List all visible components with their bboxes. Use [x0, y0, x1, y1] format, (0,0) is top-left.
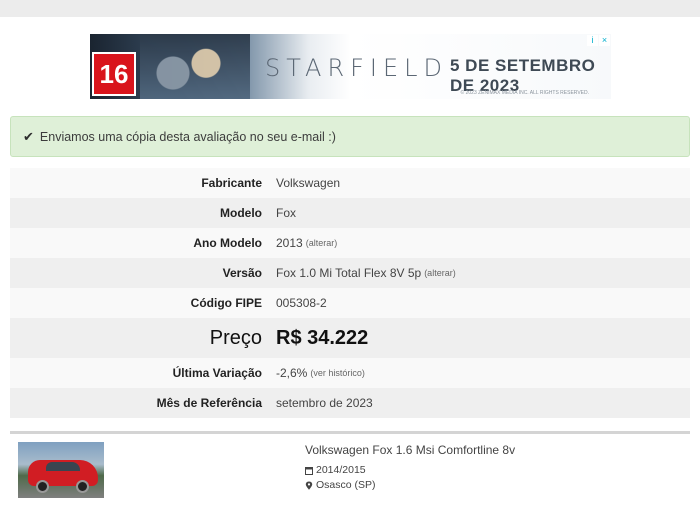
listing-year: 2014/2015	[305, 464, 366, 476]
car-wheel-rear	[76, 480, 89, 493]
value-preco: R$ 34.222	[276, 326, 369, 349]
ver-historico-link[interactable]: (ver histórico)	[310, 368, 365, 378]
info-icon[interactable]: i	[587, 35, 598, 46]
ad-logo: STARFIELD	[265, 54, 449, 82]
row-modelo: Modelo Fox	[10, 198, 690, 228]
alterar-versao-link[interactable]: (alterar)	[424, 268, 456, 278]
label-modelo: Modelo	[220, 206, 262, 220]
ad-artwork	[140, 34, 250, 99]
car-window	[46, 462, 80, 471]
listing-card[interactable]: Volkswagen Fox 1.6 Msi Comfortline 8v 20…	[10, 431, 690, 525]
value-mes-referencia: setembro de 2023	[276, 396, 373, 410]
row-ano-modelo: Ano Modelo 2013 (alterar)	[10, 228, 690, 258]
label-ultima-variacao: Última Variação	[172, 366, 262, 380]
label-mes-referencia: Mês de Referência	[156, 396, 262, 410]
checkmark-icon: ✔	[23, 128, 34, 144]
success-alert: ✔ Enviamos uma cópia desta avaliação no …	[10, 116, 690, 157]
map-marker-icon	[305, 481, 313, 490]
listing-title[interactable]: Volkswagen Fox 1.6 Msi Comfortline 8v	[305, 443, 515, 457]
row-fabricante: Fabricante Volkswagen	[10, 168, 690, 198]
alterar-ano-link[interactable]: (alterar)	[306, 238, 338, 248]
listing-location-text: Osasco (SP)	[316, 479, 376, 491]
top-bar	[0, 0, 700, 17]
ad-copyright: © 2023 ZENIMAX MEDIA INC. ALL RIGHTS RES…	[460, 90, 589, 96]
age-rating-badge: 16	[92, 52, 136, 96]
row-codigo-fipe: Código FIPE 005308-2	[10, 288, 690, 318]
value-codigo-fipe: 005308-2	[276, 296, 327, 310]
row-ultima-variacao: Última Variação -2,6% (ver histórico)	[10, 358, 690, 388]
listing-year-text: 2014/2015	[316, 464, 366, 476]
close-icon[interactable]: ×	[599, 35, 610, 46]
ad-controls: i ×	[587, 35, 610, 46]
value-versao: Fox 1.0 Mi Total Flex 8V 5p	[276, 266, 422, 280]
calendar-icon	[305, 466, 313, 475]
listing-thumbnail[interactable]	[18, 442, 104, 498]
row-mes-referencia: Mês de Referência setembro de 2023	[10, 388, 690, 418]
label-ano-modelo: Ano Modelo	[193, 236, 262, 250]
value-fabricante: Volkswagen	[276, 176, 341, 190]
listing-location: Osasco (SP)	[305, 479, 376, 491]
label-fabricante: Fabricante	[201, 176, 262, 190]
value-modelo: Fox	[276, 206, 297, 220]
car-wheel-front	[36, 480, 49, 493]
vehicle-details-table: Fabricante Volkswagen Modelo Fox Ano Mod…	[10, 168, 690, 418]
row-versao: Versão Fox 1.0 Mi Total Flex 8V 5p (alte…	[10, 258, 690, 288]
alert-message: Enviamos uma cópia desta avaliação no se…	[39, 129, 336, 144]
label-codigo-fipe: Código FIPE	[190, 296, 262, 310]
advertisement-banner[interactable]: 16 STARFIELD 5 DE SETEMBRO DE 2023 © 202…	[90, 34, 611, 99]
value-ultima-variacao: -2,6%	[276, 366, 308, 380]
row-preco: Preço R$ 34.222	[10, 318, 690, 358]
label-versao: Versão	[222, 266, 262, 280]
label-preco: Preço	[209, 326, 262, 349]
value-ano-modelo: 2013	[276, 236, 303, 250]
